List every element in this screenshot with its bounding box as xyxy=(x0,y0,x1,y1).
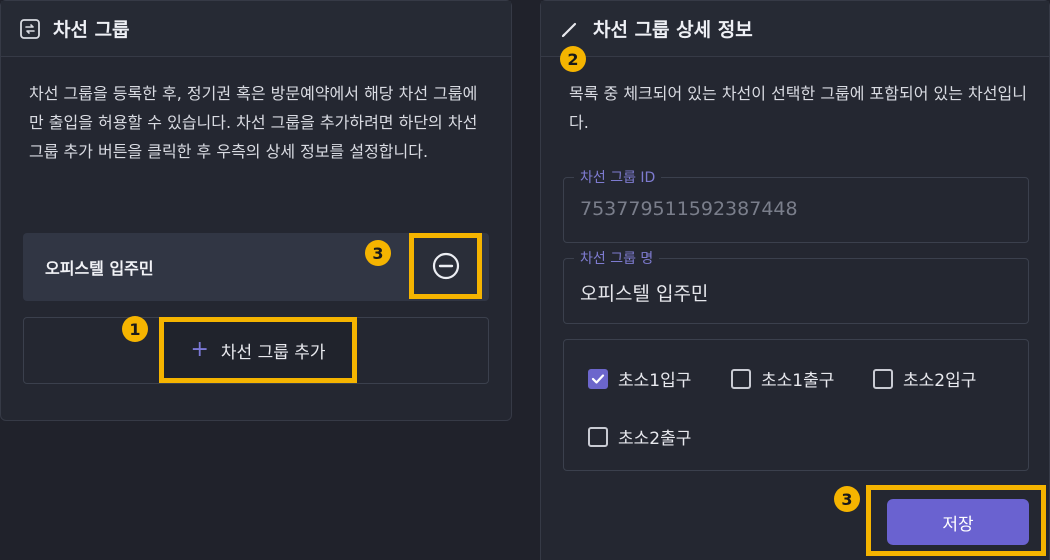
group-id-field[interactable]: 차선 그룹 ID 753779511592387448 xyxy=(563,167,1029,243)
step-badge-3-remove: 3 xyxy=(365,240,391,266)
lane-group-description: 차선 그룹을 등록한 후, 정기권 혹은 방문예약에서 해당 차선 그룹에만 출… xyxy=(29,84,478,161)
save-button[interactable]: 저장 xyxy=(887,499,1029,545)
step-badge-3-save: 3 xyxy=(834,486,860,512)
checkbox-empty-icon xyxy=(873,368,893,389)
lane-group-header: 차선 그룹 xyxy=(1,1,511,57)
checkbox-empty-icon xyxy=(731,368,751,389)
lane-checkbox-0[interactable]: 초소1입구 xyxy=(588,366,691,391)
remove-group-button[interactable] xyxy=(409,233,482,299)
swap-box-icon xyxy=(19,18,41,40)
lane-label: 초소1출구 xyxy=(761,371,835,391)
minus-circle-icon xyxy=(431,251,461,281)
pencil-icon xyxy=(559,18,581,40)
lane-checkbox-3[interactable]: 초소2출구 xyxy=(588,424,691,449)
lane-checkbox-1[interactable]: 초소1출구 xyxy=(731,366,834,391)
step-badge-2: 2 xyxy=(560,46,586,72)
lane-group-detail-panel: 차선 그룹 상세 정보 목록 중 체크되어 있는 차선이 선택한 그룹에 포함되… xyxy=(540,0,1050,560)
lane-group-panel: 차선 그룹 차선 그룹을 등록한 후, 정기권 혹은 방문예약에서 해당 차선 … xyxy=(0,0,512,421)
plus-icon: + xyxy=(190,337,209,362)
lane-label: 초소2입구 xyxy=(903,371,977,391)
lane-checklist: 초소1입구 초소1출구 초소2입구 초소2출구 xyxy=(563,339,1029,471)
detail-title: 차선 그룹 상세 정보 xyxy=(593,19,753,41)
step-badge-1: 1 xyxy=(122,316,148,342)
checkbox-empty-icon xyxy=(588,426,608,447)
add-group-label: 차선 그룹 추가 xyxy=(220,342,326,363)
group-id-label: 차선 그룹 ID xyxy=(574,167,662,187)
group-name-value: 오피스텔 입주민 xyxy=(580,283,709,305)
group-id-value: 753779511592387448 xyxy=(580,198,798,220)
lane-label: 초소2출구 xyxy=(618,429,692,449)
lane-label: 초소1입구 xyxy=(618,371,692,391)
group-name-label: 차선 그룹 명 xyxy=(574,248,660,268)
detail-description: 목록 중 체크되어 있는 차선이 선택한 그룹에 포함되어 있는 차선입니다. xyxy=(569,84,1027,132)
lane-group-item-name: 오피스텔 입주민 xyxy=(45,259,154,278)
detail-header: 차선 그룹 상세 정보 xyxy=(541,1,1049,57)
lane-group-title: 차선 그룹 xyxy=(53,19,130,41)
add-group-button[interactable]: + 차선 그룹 추가 xyxy=(159,317,357,383)
group-name-field[interactable]: 차선 그룹 명 오피스텔 입주민 xyxy=(563,248,1029,324)
lane-checkbox-2[interactable]: 초소2입구 xyxy=(873,366,976,391)
checkbox-checked-icon xyxy=(588,368,608,389)
